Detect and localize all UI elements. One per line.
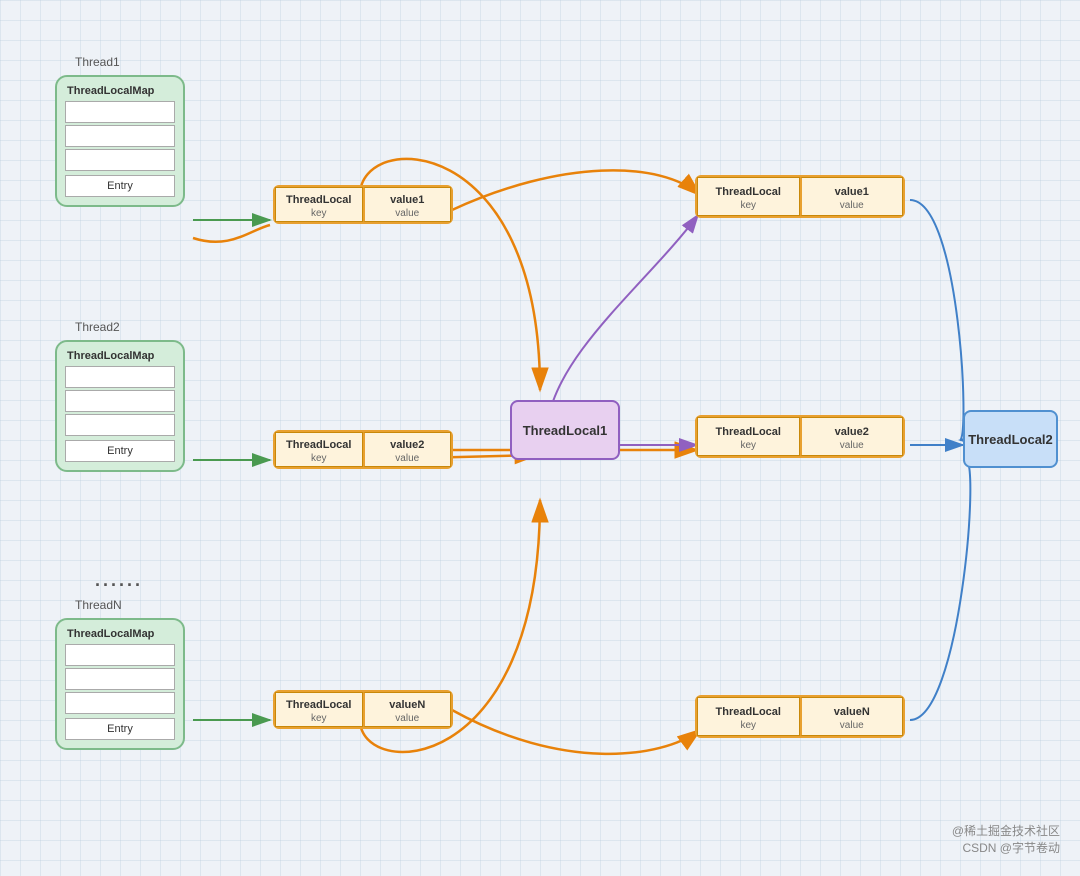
right-entry2-key-cell: ThreadLocal key bbox=[697, 417, 800, 456]
entryN-key-label: key bbox=[311, 713, 327, 724]
thread1-map: ThreadLocalMap Entry bbox=[55, 75, 185, 207]
threadN-map: ThreadLocalMap Entry bbox=[55, 618, 185, 750]
right-entry1-value-cell: value1 value bbox=[800, 177, 904, 216]
thread2-map-title: ThreadLocalMap bbox=[65, 350, 175, 362]
entryN-value-label: value bbox=[395, 713, 419, 724]
threadN-row1 bbox=[65, 644, 175, 666]
thread2-row2 bbox=[65, 390, 175, 412]
threadlocal2-label: ThreadLocal2 bbox=[968, 432, 1053, 447]
right-entryN-value-cell: valueN value bbox=[800, 697, 904, 736]
right-entry1-value-label: value bbox=[840, 200, 864, 211]
entry-box-2: ThreadLocal key value2 value bbox=[273, 430, 453, 469]
entry2-key-cell: ThreadLocal key bbox=[275, 432, 363, 467]
thread1-label: Thread1 bbox=[75, 55, 120, 69]
right-entry1-key-cell: ThreadLocal key bbox=[697, 177, 800, 216]
threadN-entry-cell: Entry bbox=[65, 718, 175, 740]
entry1-key-value: ThreadLocal bbox=[286, 194, 351, 206]
watermark-line1: @稀土掘金技术社区 bbox=[952, 822, 1060, 839]
entry1-key-label: key bbox=[311, 208, 327, 219]
right-entryN-key-cell: ThreadLocal key bbox=[697, 697, 800, 736]
threadN-label: ThreadN bbox=[75, 598, 122, 612]
right-entry2-key-label: key bbox=[740, 440, 756, 451]
thread1-row3 bbox=[65, 149, 175, 171]
entry2-key-label: key bbox=[311, 453, 327, 464]
thread2-entry-cell: Entry bbox=[65, 440, 175, 462]
threadlocal2-box: ThreadLocal2 bbox=[963, 410, 1058, 468]
diagram-container: Thread1 ThreadLocalMap Entry Thread2 Thr… bbox=[0, 0, 1080, 876]
dots: ...... bbox=[95, 570, 143, 591]
right-entry-box-N: ThreadLocal key valueN value bbox=[695, 695, 905, 738]
right-entryN-value-label: value bbox=[840, 720, 864, 731]
entryN-value-cell: valueN value bbox=[363, 692, 452, 727]
right-entryN-value-value: valueN bbox=[834, 706, 870, 718]
entryN-value-value: valueN bbox=[389, 699, 425, 711]
thread1-row1 bbox=[65, 101, 175, 123]
right-entry2-key-value: ThreadLocal bbox=[716, 426, 781, 438]
threadN-map-title: ThreadLocalMap bbox=[65, 628, 175, 640]
entry1-value-cell: value1 value bbox=[363, 187, 452, 222]
threadN-row2 bbox=[65, 668, 175, 690]
entry2-value-value: value2 bbox=[390, 439, 424, 451]
right-entry-box-2: ThreadLocal key value2 value bbox=[695, 415, 905, 458]
entry1-key-cell: ThreadLocal key bbox=[275, 187, 363, 222]
thread1-row2 bbox=[65, 125, 175, 147]
entryN-key-cell: ThreadLocal key bbox=[275, 692, 363, 727]
right-entry2-value-value: value2 bbox=[835, 426, 869, 438]
right-entry2-value-label: value bbox=[840, 440, 864, 451]
entry1-value-label: value bbox=[395, 208, 419, 219]
entry2-value-label: value bbox=[395, 453, 419, 464]
threadN-row3 bbox=[65, 692, 175, 714]
thread2-map: ThreadLocalMap Entry bbox=[55, 340, 185, 472]
right-entry1-key-value: ThreadLocal bbox=[716, 186, 781, 198]
thread1-map-title: ThreadLocalMap bbox=[65, 85, 175, 97]
entry-box-1: ThreadLocal key value1 value bbox=[273, 185, 453, 224]
thread2-row1 bbox=[65, 366, 175, 388]
thread1-entry-cell: Entry bbox=[65, 175, 175, 197]
entry2-key-value: ThreadLocal bbox=[286, 439, 351, 451]
thread2-row3 bbox=[65, 414, 175, 436]
watermark-line2: CSDN @字节卷动 bbox=[952, 839, 1060, 856]
right-entry1-key-label: key bbox=[740, 200, 756, 211]
threadlocal1-label: ThreadLocal1 bbox=[523, 423, 608, 438]
thread2-label: Thread2 bbox=[75, 320, 120, 334]
watermark: @稀土掘金技术社区 CSDN @字节卷动 bbox=[952, 822, 1060, 856]
right-entry-box-1: ThreadLocal key value1 value bbox=[695, 175, 905, 218]
entryN-key-value: ThreadLocal bbox=[286, 699, 351, 711]
right-entry2-value-cell: value2 value bbox=[800, 417, 904, 456]
entry2-value-cell: value2 value bbox=[363, 432, 452, 467]
threadlocal1-box: ThreadLocal1 bbox=[510, 400, 620, 460]
entry-box-N: ThreadLocal key valueN value bbox=[273, 690, 453, 729]
right-entryN-key-label: key bbox=[740, 720, 756, 731]
right-entry1-value-value: value1 bbox=[835, 186, 869, 198]
right-entryN-key-value: ThreadLocal bbox=[716, 706, 781, 718]
entry1-value-value: value1 bbox=[390, 194, 424, 206]
